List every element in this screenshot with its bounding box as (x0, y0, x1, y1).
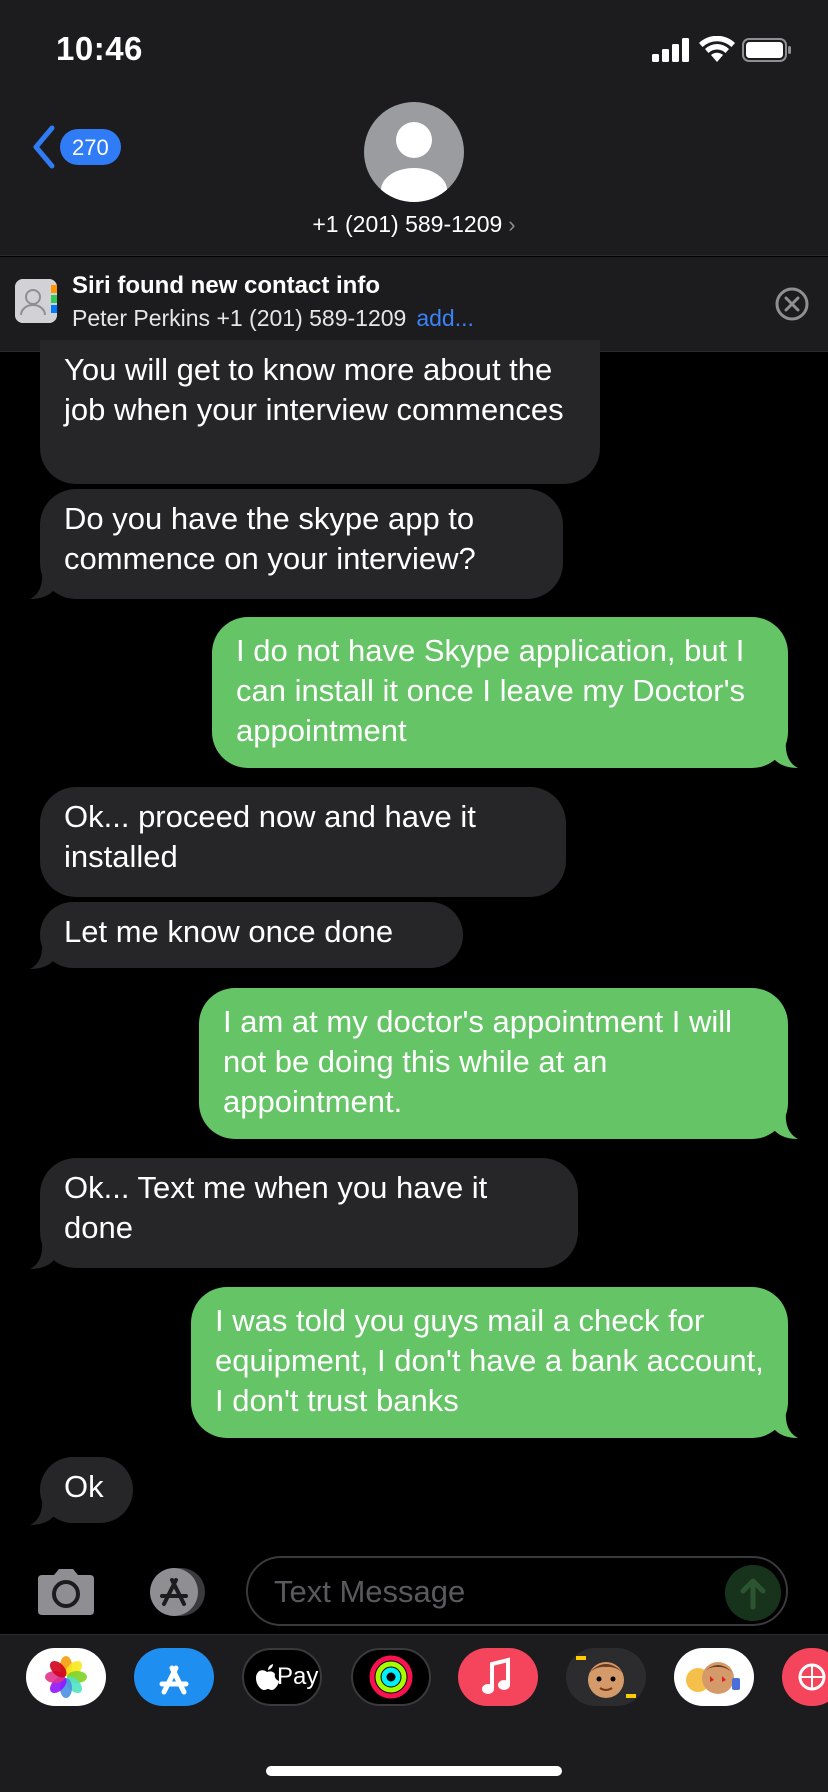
music-app-icon[interactable] (458, 1648, 538, 1706)
bubble-tail (30, 1496, 54, 1525)
bubble-tail (30, 940, 54, 969)
close-icon[interactable] (774, 286, 810, 322)
home-indicator[interactable] (266, 1766, 562, 1776)
message-bubble-outgoing[interactable]: I was told you guys mail a check for equ… (191, 1287, 788, 1438)
contacts-icon (15, 279, 57, 323)
arrow-up-icon (740, 1578, 766, 1610)
message-text: Do you have the skype app to commence on… (64, 501, 476, 576)
message-text: Ok... Text me when you have it done (64, 1170, 488, 1245)
message-text: Let me know once done (64, 914, 394, 949)
message-bubble-incoming[interactable]: Ok... Text me when you have it done (40, 1158, 578, 1268)
apple-pay-app-icon[interactable]: Pay (242, 1648, 322, 1706)
message-bubble-incoming[interactable]: Ok... proceed now and have it installed (40, 787, 566, 897)
bubble-tail (774, 1409, 798, 1438)
cellular-signal-icon (652, 38, 689, 62)
back-button[interactable]: 270 (30, 124, 121, 170)
contact-avatar[interactable] (364, 102, 464, 202)
photos-app-icon[interactable] (26, 1648, 106, 1706)
battery-icon (742, 38, 791, 62)
message-input-placeholder: Text Message (274, 1574, 466, 1609)
send-button[interactable] (725, 1565, 781, 1621)
contact-number: +1 (201) 589-1209 (312, 211, 503, 237)
conversation-header: 10:46 270 +1 (201) 589-1209 › (0, 0, 828, 256)
add-contact-link[interactable]: add... (416, 305, 474, 331)
message-text: You will get to know more about the job … (64, 352, 564, 427)
status-bar: 10:46 (0, 0, 828, 100)
contact-title[interactable]: +1 (201) 589-1209 › (0, 211, 828, 238)
message-text: I do not have Skype application, but I c… (236, 633, 746, 748)
bubble-tail (774, 739, 798, 768)
message-bubble-outgoing[interactable]: I do not have Skype application, but I c… (212, 617, 788, 768)
person-silhouette-icon (381, 122, 447, 202)
message-text: I was told you guys mail a check for equ… (215, 1303, 764, 1418)
chevron-right-icon: › (508, 212, 516, 237)
bubble-tail (30, 570, 54, 599)
bubble-tail (774, 1110, 798, 1139)
siri-banner-subtitle: Peter Perkins +1 (201) 589-1209 add... (72, 305, 474, 332)
chevron-left-icon (33, 125, 55, 169)
siri-banner-title: Siri found new contact info (72, 272, 380, 299)
siri-suggestion-banner: Siri found new contact info Peter Perkin… (0, 257, 828, 352)
activity-app-icon[interactable] (351, 1648, 431, 1706)
suggested-contact: Peter Perkins +1 (201) 589-1209 (72, 305, 407, 331)
wifi-icon (699, 36, 735, 62)
status-time: 10:46 (56, 30, 143, 67)
message-text: Ok... proceed now and have it installed (64, 799, 476, 874)
camera-icon[interactable] (34, 1567, 98, 1617)
message-text: I am at my doctor's appointment I will n… (223, 1004, 733, 1119)
unread-count-badge: 270 (60, 129, 121, 165)
message-text: Ok (64, 1469, 104, 1504)
memoji-app-icon[interactable] (566, 1648, 646, 1706)
apple-pay-label: Pay (277, 1663, 319, 1690)
message-bubble-incoming[interactable]: Let me know once done (40, 902, 463, 968)
bubble-tail (30, 1240, 54, 1269)
message-bubble-incoming[interactable]: You will get to know more about the job … (40, 340, 600, 484)
memoji-stickers-app-icon[interactable] (674, 1648, 754, 1706)
app-store-app-icon[interactable] (134, 1648, 214, 1706)
message-bubble-incoming[interactable]: Do you have the skype app to commence on… (40, 489, 563, 599)
message-input[interactable]: Text Message (246, 1556, 788, 1626)
app-store-icon[interactable] (140, 1566, 212, 1618)
message-bubble-outgoing[interactable]: I am at my doctor's appointment I will n… (199, 988, 788, 1139)
